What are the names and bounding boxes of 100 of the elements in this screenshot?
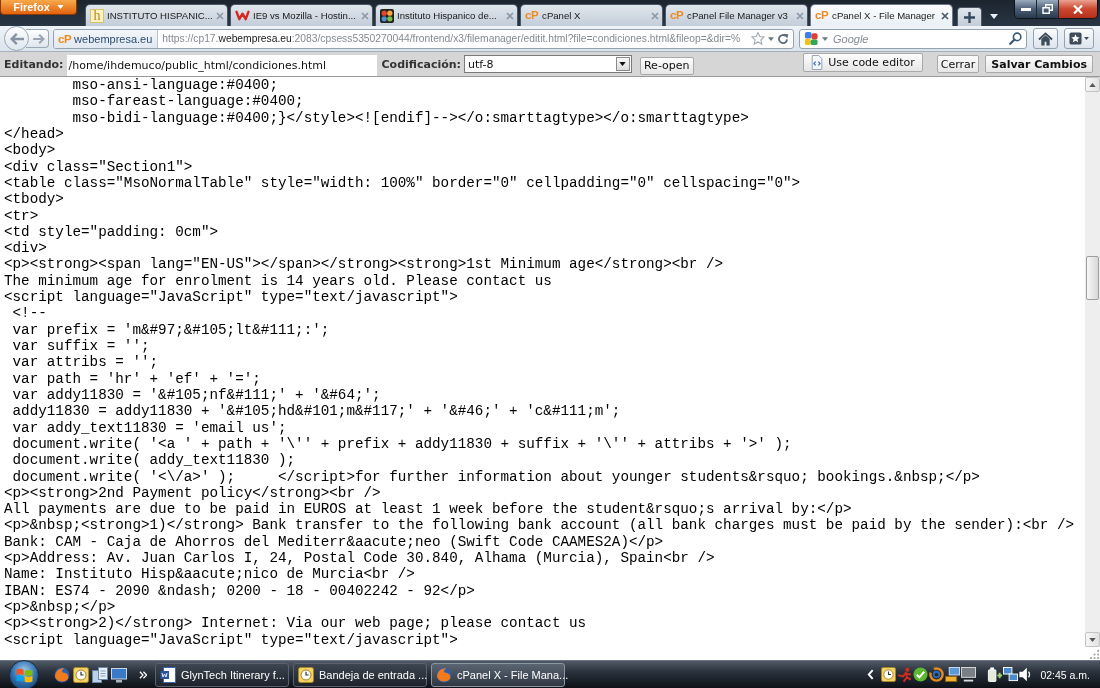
code-line: IBAN: ES74 - 2090 &ndash; 0200 - 18 - 00402242 - 92</p> [4, 582, 475, 599]
back-button[interactable] [4, 26, 29, 51]
code-line: mso-ansi-language:#0400; [71, 77, 278, 94]
check-circle-icon[interactable] [913, 667, 929, 682]
browser-tab[interactable]: cP cPanel X [520, 4, 663, 26]
arrow-left-icon [9, 32, 24, 45]
browser-tab[interactable]: h INSTITUTO HISPANIC... [85, 4, 228, 26]
browser-tab[interactable]: cP cPanel File Manager v3 [665, 4, 808, 26]
globe-icon[interactable] [54, 666, 70, 683]
dropdown-button[interactable] [615, 57, 630, 71]
chevron-left-icon[interactable] [867, 669, 875, 680]
code-line: <div class="Section1"> [4, 158, 193, 175]
resize-grip-icon[interactable] [1090, 650, 1099, 659]
code-line: mso-bidi-language:#0400;}</style><![endif]--></o:smarttagtype></o:smarttagtype> [71, 109, 749, 126]
new-tab-button[interactable] [957, 7, 982, 26]
double-chevron-icon[interactable] [139, 670, 147, 679]
speaker-icon[interactable] [1019, 667, 1032, 682]
code-editor-button[interactable]: Use code editor [803, 53, 923, 72]
site-logo: cP [815, 8, 830, 23]
clock-text: 02:45 a.m. [1040, 668, 1090, 681]
taskbar-button[interactable]: Bandeja de entrada ... [293, 662, 427, 687]
site-logo: cP [525, 8, 540, 23]
code-line: The minimum age for enrolment is 14 years old. Please contact us [4, 272, 552, 290]
code-line: <script language="JavaScript" type="text/javascript"> [4, 631, 458, 648]
code-line: var path = 'hr' + 'ef' + '='; [11, 370, 261, 387]
restore-button[interactable] [1037, 0, 1059, 18]
search-field[interactable]: Google [799, 28, 1027, 49]
code-line: document.write( '<a ' + path + '\'' + prefix + addy11830 + suffix + '\'' + attribs + '>' ); [11, 435, 792, 453]
zigzag-icon [235, 10, 250, 21]
star-icon[interactable] [751, 32, 765, 45]
battery-plug-icon[interactable] [987, 667, 1003, 682]
browser-tab[interactable]: Instituto Hispanico de... [375, 4, 518, 26]
site-logo: cP [58, 32, 72, 45]
caret-icon [990, 14, 998, 19]
star-box-icon [1069, 32, 1082, 45]
vertical-scrollbar[interactable] [1085, 77, 1100, 660]
path-field[interactable]: /home/ihdemuco/public_html/condiciones.html [66, 55, 377, 76]
minimize-button[interactable] [1015, 0, 1037, 18]
close-editor-button[interactable]: Cerrar [936, 55, 980, 73]
code-line: <!-- [11, 305, 47, 322]
multicolor-blocks-icon[interactable] [804, 31, 819, 46]
computer-icon[interactable] [945, 667, 961, 682]
code-line: mso-fareast-language:#0400; [71, 93, 304, 110]
bookmarks-button[interactable] [1064, 28, 1094, 49]
documents-icon[interactable] [92, 666, 108, 683]
reload-icon[interactable] [777, 32, 789, 45]
close-icon[interactable] [941, 11, 949, 20]
clock-icon [298, 666, 314, 683]
caret-icon [56, 5, 64, 9]
scroll-up-button[interactable] [1085, 77, 1100, 92]
address-field[interactable]: cP webempresa.eu https://cp17.webempresa.eu:2083/cpsess5350270044/frontend/x3/filemanager/editit.html?file=condiciones.html&fileop=&dir=% [53, 28, 794, 49]
taskbar-button[interactable]: GlynTech Itinerary f... [155, 662, 289, 687]
code-line: Bank: CAM - Caja de Ahorros del Mediterr&aacute;neo (Swift Code CAAMES2A)</p> [4, 533, 664, 551]
scroll-thumb[interactable] [1086, 256, 1099, 300]
code-line: <table class="MsoNormalTable" style="width: 100%" border="0" cellpadding="0" cellspacing="0"> [4, 174, 801, 192]
code-line: var prefix = 'm&#97;&#105;lt&#111;:'; [11, 321, 330, 338]
clock-icon[interactable] [73, 666, 89, 683]
reopen-button[interactable]: Re-open [639, 56, 694, 75]
arrow-right-icon [32, 33, 45, 44]
site-identity-button[interactable]: cP webempresa.eu [54, 29, 159, 48]
browser-tab[interactable]: cP cPanel X - File Manager [810, 4, 953, 26]
search-input[interactable]: Google [831, 30, 1006, 47]
caret-icon [619, 62, 627, 66]
code-line: <div> [4, 240, 47, 257]
code-line: <p>&nbsp;</p> [4, 599, 116, 616]
code-file-icon [810, 55, 825, 70]
code-line: document.write( addy_text11830 ); [11, 452, 296, 469]
site-logo: cP [670, 8, 685, 23]
caret-icon[interactable] [768, 36, 774, 41]
pinwheel-icon [380, 8, 394, 23]
code-line: <p>&nbsp;<strong>1)</strong> Bank transfer to the following bank account (all bank charges must be paid by the sender):<br /> [4, 517, 1075, 534]
flag-icon [15, 666, 33, 683]
monitor-icon[interactable] [111, 666, 127, 683]
encoding-select[interactable]: utf-8 [463, 55, 632, 73]
code-line: <tbody> [4, 191, 64, 208]
save-button[interactable]: Salvar Cambios [985, 55, 1093, 73]
home-button[interactable] [1033, 28, 1058, 49]
start-button[interactable] [9, 659, 39, 688]
editing-label: Editando: [4, 57, 64, 71]
browser-tab[interactable]: IE9 vs Mozilla - Hostin... [230, 4, 373, 26]
monitor-icon[interactable] [961, 667, 977, 682]
clock-icon[interactable] [881, 667, 897, 682]
swirl-icon[interactable] [929, 667, 945, 682]
network-icon[interactable] [1003, 667, 1019, 682]
close-icon [1073, 4, 1083, 14]
window-close-button[interactable] [1059, 0, 1097, 18]
code-line: <script language="JavaScript" type="text/javascript"> [4, 289, 458, 306]
code-line: All payments are due to be paid in EUROS at least 1 week before the student&rsquo;s arrival by:</p> [4, 501, 852, 518]
code-line: <p><strong><span lang="EN-US"></span></strong><strong>1st Minimum age</strong><br /> [4, 256, 724, 273]
scroll-down-button[interactable] [1085, 632, 1100, 647]
code-line: <p>Address: Av. Juan Carlos I, 24, Postal Code 30.840, Alhama (Murcia), Spain<br /> [4, 550, 715, 567]
code-line: <p><strong>2nd Payment policy</strong><br /> [4, 484, 381, 502]
code-line: var attribs = ''; [11, 354, 159, 371]
code-line: <tr> [4, 207, 39, 224]
globe-icon [436, 666, 452, 683]
code-line: addy11830 = addy11830 + '&#105;hd&#101;m&#117;' + '&#46;' + 'c&#111;m'; [11, 403, 621, 420]
search-icon[interactable] [1009, 32, 1022, 45]
code-line: var suffix = ''; [11, 338, 150, 355]
caret-icon[interactable] [822, 36, 828, 41]
code-line: document.write( '<\/a>' ); </script>for further information about younger students&rsquo; bookings.&nbsp;</p> [11, 468, 980, 485]
